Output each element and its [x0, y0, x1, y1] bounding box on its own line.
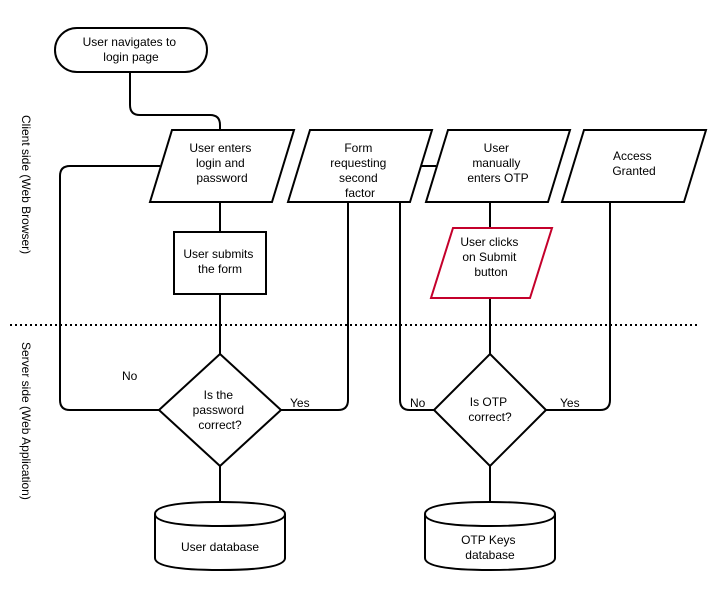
svg-text:User enters login and: User enters login and password [189, 141, 254, 185]
node-enter-login: User enters login and password [150, 130, 294, 202]
node-enter-otp: User manually enters OTP [426, 130, 570, 202]
swimlane-client-label: Client side (Web Browser) [19, 115, 33, 254]
edge-label-no1: No [122, 369, 138, 383]
node-otp-correct: Is OTP correct? [434, 354, 546, 466]
svg-text:User database: User database [181, 540, 259, 554]
edge-label-no2: No [410, 396, 426, 410]
edge-label-yes2: Yes [560, 396, 580, 410]
svg-text:Is OTP correct?: Is OTP correct? [468, 395, 512, 424]
node-pwd-correct: Is the password correct? [159, 354, 281, 466]
edge-label-yes1: Yes [290, 396, 310, 410]
node-access-granted: Access Granted [562, 130, 706, 202]
svg-text:Access Granted: Access Granted [612, 149, 655, 178]
node-click-submit: User clicks on Submit button [431, 228, 552, 298]
edge-pwd-yes [277, 200, 348, 410]
edge-pwd-no [60, 166, 163, 410]
node-form-second: Form requesting second factor [288, 130, 432, 202]
node-start: User navigates to login page [55, 28, 207, 72]
swimlane-server-label: Server side (Web Application) [19, 342, 33, 500]
node-otp-db: OTP Keys database [425, 502, 555, 570]
edge-otp-yes [542, 200, 610, 410]
svg-text:OTP Keys database: OTP Keys database [461, 533, 519, 562]
node-submit-form: User submits the form [174, 232, 266, 294]
node-user-db: User database [155, 502, 285, 570]
